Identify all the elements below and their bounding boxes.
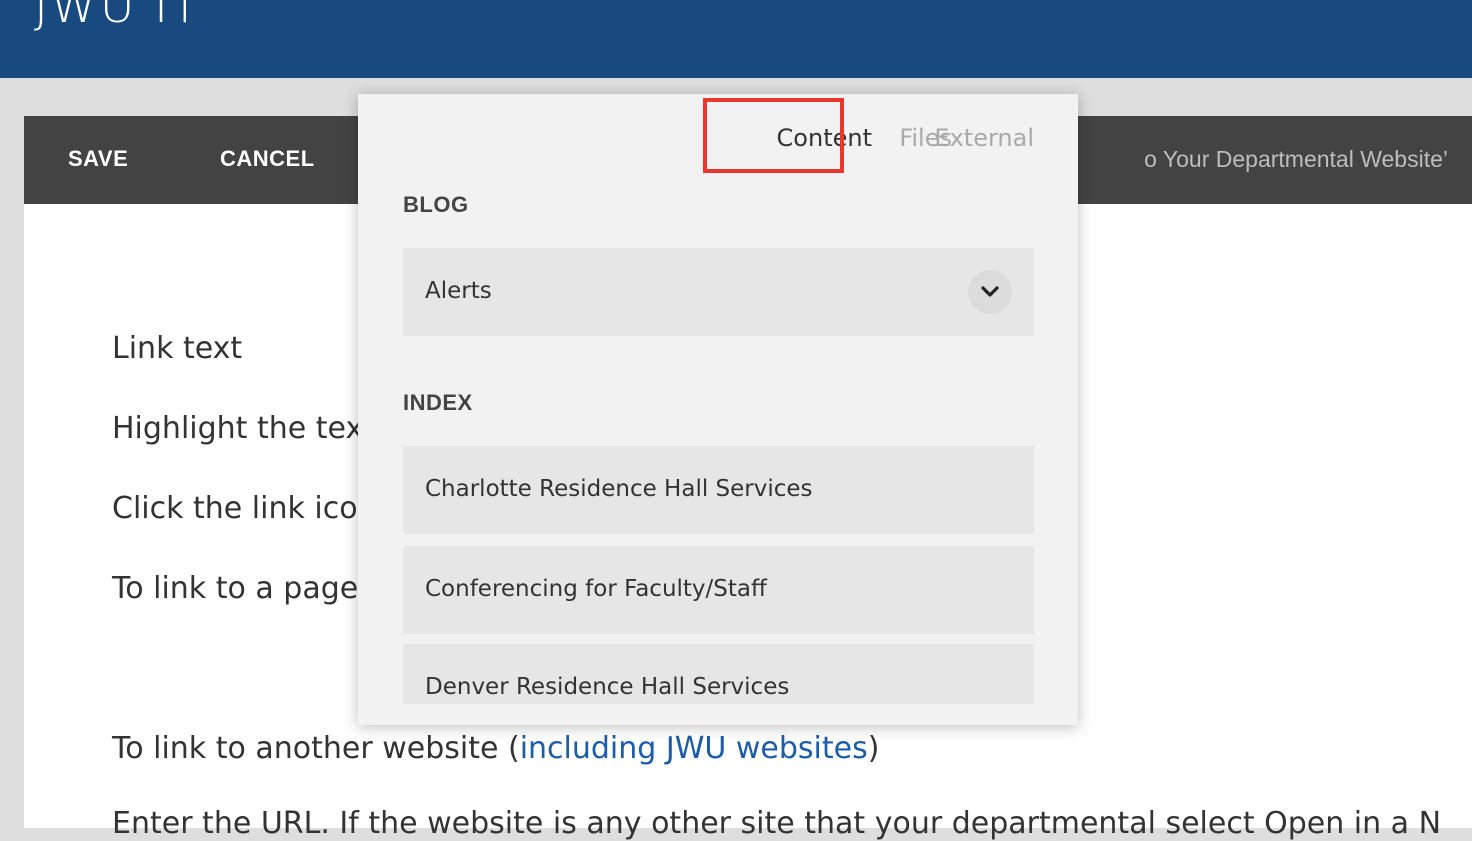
list-item-label: Charlotte Residence Hall Services	[425, 476, 813, 502]
section-heading-index: INDEX	[403, 390, 473, 415]
list-item[interactable]: Conferencing for Faculty/Staff	[403, 546, 1034, 634]
paragraph-highlight[interactable]: Highlight the tex	[112, 411, 363, 446]
paragraph-enter-url[interactable]: Enter the URL. If the website is any oth…	[112, 806, 1441, 841]
external-suffix: )	[867, 731, 880, 766]
section-heading-blog: BLOG	[403, 192, 469, 217]
chevron-down-icon[interactable]	[968, 270, 1012, 314]
save-button[interactable]: SAVE	[68, 146, 128, 172]
list-item-label: Conferencing for Faculty/Staff	[425, 576, 767, 602]
tab-external[interactable]: External	[934, 124, 1034, 152]
list-item[interactable]: Charlotte Residence Hall Services	[403, 446, 1034, 534]
jwu-websites-link[interactable]: including JWU websites	[520, 731, 868, 766]
top-header: JWU IT	[0, 0, 1472, 78]
list-item-label: Alerts	[425, 278, 492, 304]
list-item-label: Denver Residence Hall Services	[425, 674, 790, 700]
paragraph-external[interactable]: To link to another website (including JW…	[112, 731, 879, 766]
paragraph-click-link[interactable]: Click the link ico	[112, 491, 358, 526]
paragraph-link-text[interactable]: Link text	[112, 331, 242, 366]
collection-dropdown-alerts[interactable]: Alerts	[403, 248, 1034, 336]
page-title: o Your Departmental Website’	[1144, 146, 1448, 172]
paragraph-link-page[interactable]: To link to a page	[112, 571, 358, 606]
site-logo: JWU IT	[34, 0, 202, 34]
cancel-button[interactable]: CANCEL	[220, 146, 315, 172]
link-picker-popup: Content Files External BLOG Alerts INDEX…	[358, 94, 1078, 725]
list-item[interactable]: Denver Residence Hall Services	[403, 644, 1034, 704]
tab-content[interactable]: Content	[777, 124, 872, 152]
external-prefix: To link to another website (	[112, 731, 520, 766]
